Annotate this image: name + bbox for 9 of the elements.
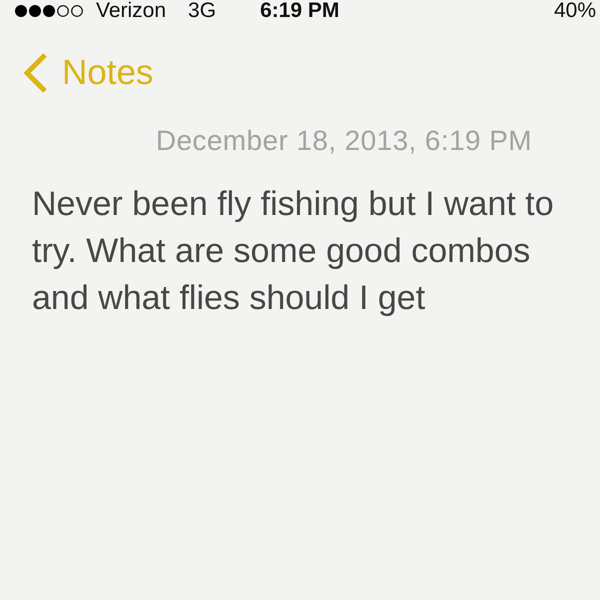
carrier-name: Verizon [96,0,166,23]
note-body: Never been fly fishing but I want to try. What are some good combos and what flies should I get [32,184,555,319]
back-button[interactable]: Notes [22,52,154,94]
battery-percent: 40% [554,0,596,23]
network-type: 3G [188,0,216,23]
signal-icon [14,4,86,18]
note-date: December 18, 2013, 6:19 PM [154,125,533,157]
clock: 6:19 PM [260,0,340,23]
back-chevron-icon [22,52,48,94]
